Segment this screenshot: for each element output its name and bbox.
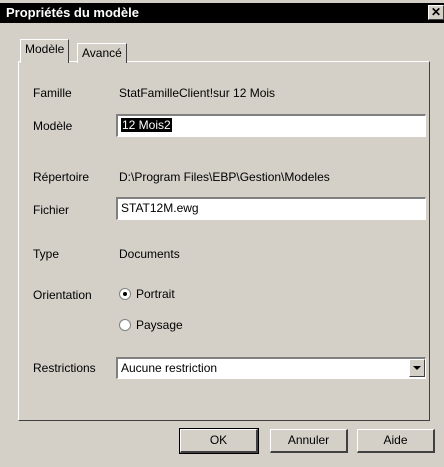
title-bar: Propriétés du modèle ✕ xyxy=(0,3,444,23)
cancel-button[interactable]: Annuler xyxy=(270,429,348,453)
help-button[interactable]: Aide xyxy=(357,429,435,453)
tab-avance[interactable]: Avancé xyxy=(77,43,127,63)
tab-modele[interactable]: Modèle xyxy=(20,39,70,63)
tab-panel xyxy=(18,61,430,421)
tab-modele-label: Modèle xyxy=(25,42,65,56)
close-icon[interactable]: ✕ xyxy=(428,5,444,20)
tab-avance-label: Avancé xyxy=(82,46,122,60)
ok-button[interactable]: OK xyxy=(179,428,259,454)
dialog-window: Propriétés du modèle ✕ Modèle Avancé Fam… xyxy=(0,0,444,467)
dialog-title: Propriétés du modèle xyxy=(6,5,139,20)
